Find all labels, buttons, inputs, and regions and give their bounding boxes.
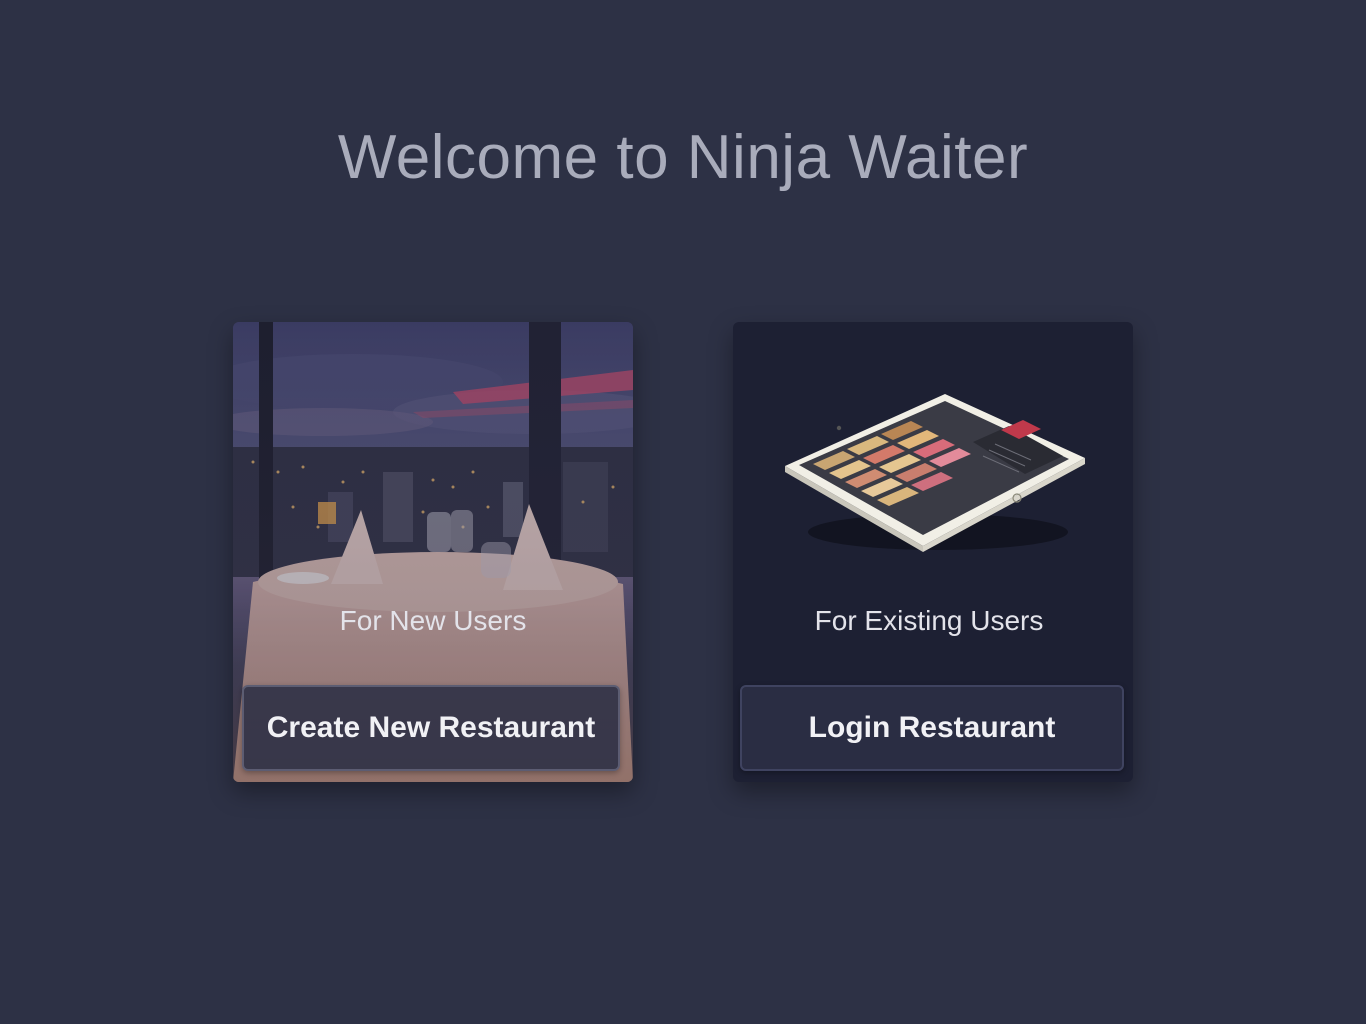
existing-users-label: For Existing Users: [814, 605, 1044, 636]
new-users-card: For New Users Create New Restaurant: [233, 322, 633, 782]
create-new-restaurant-button[interactable]: Create New Restaurant: [242, 685, 620, 771]
page-title: Welcome to Ninja Waiter: [337, 123, 1029, 192]
tablet-icon: [785, 394, 1085, 552]
new-users-label: For New Users: [339, 605, 527, 636]
existing-users-card: For Existing Users Login Restaurant: [733, 322, 1133, 782]
welcome-screen: Welcome to Ninja Waiter For New Users Cr…: [0, 0, 1366, 1024]
login-restaurant-button[interactable]: Login Restaurant: [740, 685, 1124, 771]
